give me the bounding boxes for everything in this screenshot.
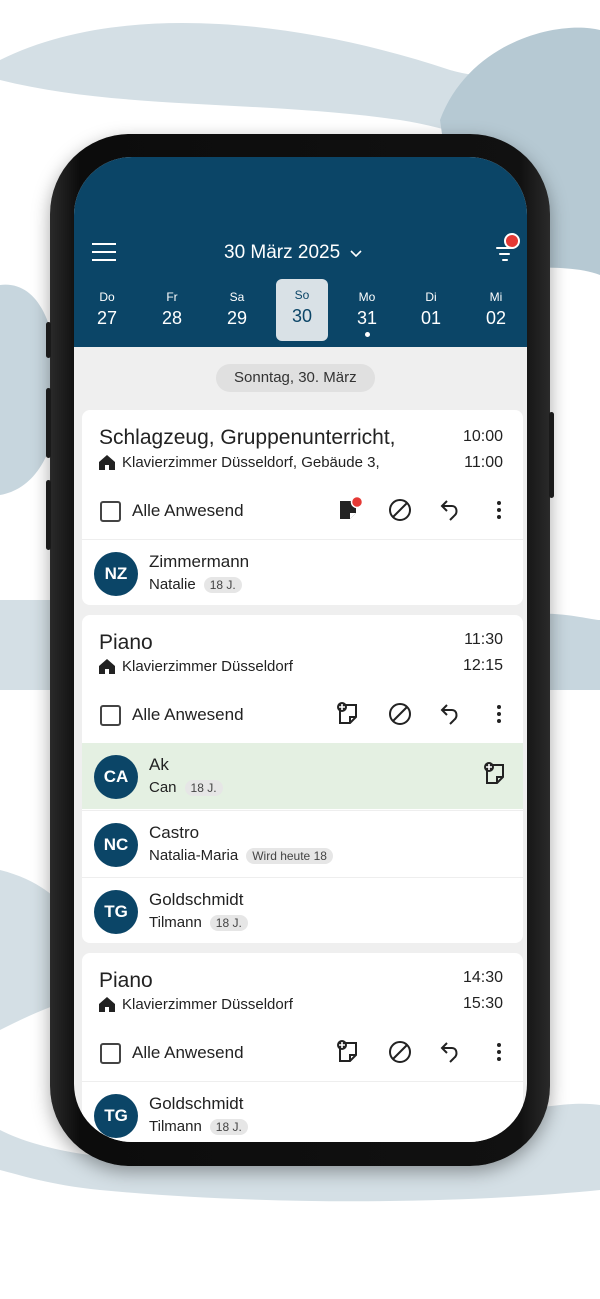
student-last-name: Goldschmidt bbox=[149, 890, 244, 909]
student-row[interactable]: TG Goldschmidt Tilmann 18 J. bbox=[82, 1081, 523, 1142]
select-all-label: Alle Anwesend bbox=[132, 501, 244, 520]
chevron-down-icon bbox=[350, 250, 362, 258]
home-icon bbox=[99, 659, 115, 674]
lesson-title: Piano bbox=[99, 631, 153, 654]
note-filled-icon[interactable] bbox=[336, 497, 362, 523]
home-icon bbox=[99, 997, 115, 1012]
student-last-name: Goldschmidt bbox=[149, 1094, 244, 1113]
student-first-name: Tilmann bbox=[149, 914, 202, 931]
student-last-name: Ak bbox=[149, 755, 169, 774]
student-row[interactable]: NC Castro Natalia-Maria Wird heute 18 bbox=[82, 810, 523, 877]
header-title: 30 März 2025 bbox=[224, 242, 341, 263]
lesson-end: 11:00 bbox=[464, 454, 503, 471]
day-sat[interactable]: Sa 29 bbox=[211, 281, 263, 345]
phone-button-power bbox=[549, 412, 554, 498]
select-all-checkbox[interactable] bbox=[100, 501, 121, 522]
more-vertical-icon[interactable] bbox=[486, 497, 512, 523]
note-add-icon[interactable] bbox=[336, 701, 362, 727]
lesson-location: Klavierzimmer Düsseldorf bbox=[99, 996, 293, 1013]
app-header: 30 März 2025 Do 27 Fr 28 Sa 29 So 30 Mo … bbox=[74, 157, 527, 347]
lesson-title: Piano bbox=[99, 969, 153, 992]
lesson-location-text: Klavierzimmer Düsseldorf bbox=[122, 996, 293, 1013]
lesson-title: Schlagzeug, Gruppenunterricht, bbox=[99, 426, 396, 449]
more-vertical-icon[interactable] bbox=[486, 1039, 512, 1065]
lesson-location-text: Klavierzimmer Düsseldorf bbox=[122, 658, 293, 675]
age-badge: 18 J. bbox=[184, 779, 223, 796]
lesson-card[interactable]: Piano 11:30 Klavierzimmer Düsseldorf 12:… bbox=[82, 615, 523, 943]
student-first-name: Natalia-Maria bbox=[149, 847, 239, 864]
phone-button-volume-down bbox=[46, 480, 51, 550]
undo-icon[interactable] bbox=[438, 1039, 464, 1065]
filter-alert-dot bbox=[504, 233, 520, 249]
event-dot bbox=[364, 332, 370, 337]
age-badge: 18 J. bbox=[203, 576, 242, 593]
note-add-icon[interactable] bbox=[336, 1039, 362, 1065]
cancel-icon[interactable] bbox=[387, 1039, 413, 1065]
day-mon[interactable]: Mo 31 bbox=[341, 281, 393, 345]
select-all-checkbox[interactable] bbox=[100, 1043, 121, 1064]
student-last-name: Zimmermann bbox=[149, 552, 250, 571]
select-all-checkbox[interactable] bbox=[100, 705, 121, 726]
phone-button-volume-up bbox=[46, 388, 51, 458]
avatar: NZ bbox=[94, 552, 138, 596]
more-vertical-icon[interactable] bbox=[486, 701, 512, 727]
age-badge: 18 J. bbox=[209, 914, 248, 931]
cancel-icon[interactable] bbox=[387, 497, 413, 523]
note-add-icon[interactable] bbox=[483, 761, 509, 787]
select-all-label: Alle Anwesend bbox=[132, 1043, 244, 1062]
student-first-name: Can bbox=[149, 779, 177, 796]
day-wed[interactable]: Mi 02 bbox=[470, 281, 522, 345]
lesson-end: 15:30 bbox=[462, 995, 503, 1012]
lesson-location-text: Klavierzimmer Düsseldorf, Gebäude 3, bbox=[122, 454, 380, 471]
student-last-name: Castro bbox=[149, 823, 200, 842]
day-sun-selected[interactable]: So 30 bbox=[276, 279, 328, 341]
avatar: NC bbox=[94, 823, 138, 867]
student-row[interactable]: TG Goldschmidt Tilmann 18 J. bbox=[82, 877, 523, 943]
undo-icon[interactable] bbox=[438, 701, 464, 727]
cancel-icon[interactable] bbox=[387, 701, 413, 727]
lesson-controls: Alle Anwesend bbox=[82, 491, 523, 531]
lesson-start: 11:30 bbox=[464, 631, 503, 648]
avatar: TG bbox=[94, 1094, 138, 1138]
lesson-start: 10:00 bbox=[462, 428, 503, 445]
day-tue[interactable]: Di 01 bbox=[405, 281, 457, 345]
student-row[interactable]: CA Ak Can 18 J. bbox=[82, 743, 523, 809]
app-screen: 30 März 2025 Do 27 Fr 28 Sa 29 So 30 Mo … bbox=[74, 157, 527, 1142]
age-badge: 18 J. bbox=[209, 1118, 248, 1135]
undo-icon[interactable] bbox=[438, 497, 464, 523]
student-first-name: Tilmann bbox=[149, 1118, 202, 1135]
date-chip: Sonntag, 30. März bbox=[216, 364, 375, 392]
student-row[interactable]: NZ Zimmermann Natalie 18 J. bbox=[82, 539, 523, 605]
menu-icon[interactable] bbox=[92, 243, 116, 263]
filter-button[interactable] bbox=[492, 233, 520, 265]
student-first-name: Natalie bbox=[149, 576, 196, 593]
date-picker-toggle[interactable]: 30 März 2025 bbox=[224, 241, 362, 265]
lesson-controls: Alle Anwesend bbox=[82, 695, 523, 735]
lesson-card[interactable]: Schlagzeug, Gruppenunterricht, 10:00 Kla… bbox=[82, 410, 523, 605]
day-thu[interactable]: Do 27 bbox=[81, 281, 133, 345]
phone-button-mute bbox=[46, 322, 51, 358]
birthday-badge: Wird heute 18 bbox=[246, 847, 333, 864]
week-strip: Do 27 Fr 28 Sa 29 So 30 Mo 31 Di 01 Mi 0… bbox=[74, 279, 527, 347]
lesson-card[interactable]: Piano 14:30 Klavierzimmer Düsseldorf 15:… bbox=[82, 953, 523, 1142]
lesson-location: Klavierzimmer Düsseldorf, Gebäude 3, bbox=[99, 454, 380, 471]
lesson-controls: Alle Anwesend bbox=[82, 1033, 523, 1073]
avatar: CA bbox=[94, 755, 138, 799]
lesson-start: 14:30 bbox=[462, 969, 503, 986]
home-icon bbox=[99, 455, 115, 470]
day-fri[interactable]: Fr 28 bbox=[146, 281, 198, 345]
lesson-end: 12:15 bbox=[462, 657, 503, 674]
avatar: TG bbox=[94, 890, 138, 934]
lesson-location: Klavierzimmer Düsseldorf bbox=[99, 658, 293, 675]
select-all-label: Alle Anwesend bbox=[132, 705, 244, 724]
